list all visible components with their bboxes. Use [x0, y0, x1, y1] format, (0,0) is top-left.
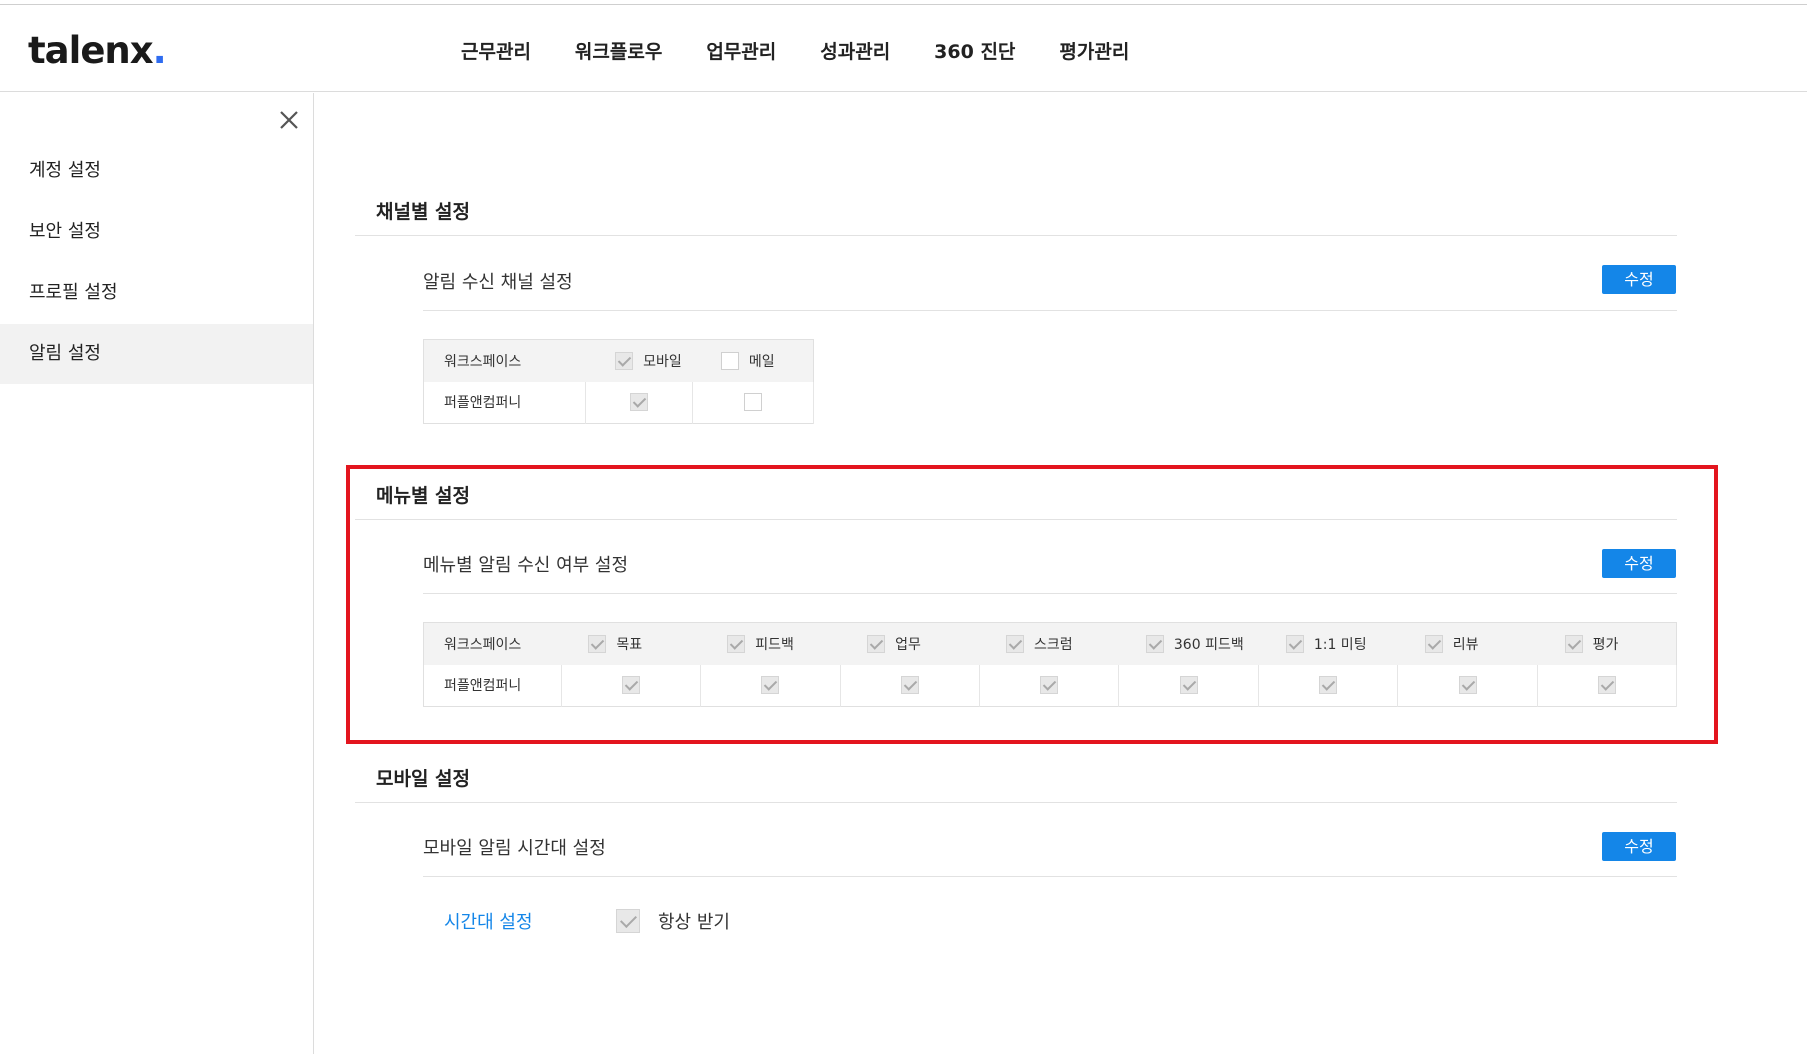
channel-subtitle: 알림 수신 채널 설정 — [423, 272, 573, 293]
feedback-checkbox[interactable] — [761, 676, 780, 695]
divider — [423, 876, 1677, 877]
1on1-all-checkbox[interactable] — [1285, 634, 1304, 653]
mobile-checkbox[interactable] — [629, 393, 648, 412]
table-cell — [700, 664, 841, 707]
column-header-evaluation: 평가 — [1537, 622, 1677, 665]
channel-table: 워크스페이스 모바일 메일 퍼플앤컴퍼니 — [423, 339, 814, 424]
table-cell — [979, 664, 1120, 707]
table-cell — [1258, 664, 1399, 707]
logo-dot: . — [152, 29, 167, 72]
divider — [355, 519, 1677, 520]
sidebar-item-account[interactable]: 계정 설정 — [0, 141, 313, 201]
1on1-checkbox[interactable] — [1319, 676, 1338, 695]
scrum-all-checkbox[interactable] — [1006, 634, 1025, 653]
workspace-header: 워크스페이스 — [423, 339, 586, 382]
channel-edit-button[interactable]: 수정 — [1602, 265, 1676, 294]
column-label: 피드백 — [755, 636, 794, 653]
column-label: 1:1 미팅 — [1313, 636, 1367, 653]
top-header: talenx. 근무관리 워크플로우 업무관리 성과관리 360 진단 평가관리 — [0, 5, 1807, 92]
channel-table-header: 워크스페이스 모바일 메일 — [423, 339, 814, 382]
mobile-section-title: 모바일 설정 — [376, 768, 471, 790]
360-feedback-checkbox[interactable] — [1179, 676, 1198, 695]
close-icon[interactable] — [276, 107, 302, 133]
always-receive-checkbox[interactable] — [616, 909, 640, 933]
review-all-checkbox[interactable] — [1424, 634, 1443, 653]
scrum-checkbox[interactable] — [1039, 676, 1058, 695]
logo-text: talenx — [28, 29, 154, 72]
goal-checkbox[interactable] — [621, 676, 640, 695]
column-label: 스크럼 — [1034, 636, 1073, 653]
column-header-feedback: 피드백 — [700, 622, 841, 665]
column-label: 360 피드백 — [1173, 636, 1244, 653]
column-label: 업무 — [895, 636, 921, 653]
column-label: 모바일 — [643, 353, 682, 370]
menu-table-header: 워크스페이스 목표 피드백 업무 스크럼 360 피드백 1:1 미팅 리뷰 평… — [423, 622, 1677, 665]
column-header-task: 업무 — [840, 622, 980, 665]
divider — [423, 310, 1677, 311]
column-header-mobile: 모바일 — [585, 339, 693, 382]
column-label: 리뷰 — [1452, 636, 1479, 653]
menu-edit-button[interactable]: 수정 — [1602, 549, 1676, 578]
nav-item-workflow[interactable]: 워크플로우 — [575, 37, 662, 64]
time-range-link[interactable]: 시간대 설정 — [444, 908, 533, 934]
table-cell — [585, 381, 694, 424]
task-checkbox[interactable] — [900, 676, 919, 695]
channel-section-title: 채널별 설정 — [376, 201, 471, 223]
column-header-mail: 메일 — [692, 339, 814, 382]
nav-item-evaluation[interactable]: 평가관리 — [1059, 37, 1129, 64]
column-header-review: 리뷰 — [1397, 622, 1538, 665]
always-receive-label: 항상 받기 — [658, 912, 730, 933]
column-header-360-feedback: 360 피드백 — [1118, 622, 1259, 665]
nav-item-tasks[interactable]: 업무관리 — [706, 37, 776, 64]
column-label: 목표 — [616, 636, 643, 653]
table-cell — [1537, 664, 1677, 707]
main-content: 채널별 설정 알림 수신 채널 설정 수정 워크스페이스 모바일 메일 퍼플앤컴… — [315, 93, 1807, 1054]
mobile-edit-button[interactable]: 수정 — [1602, 832, 1676, 861]
divider — [355, 802, 1677, 803]
mail-all-checkbox[interactable] — [720, 351, 739, 370]
360-feedback-all-checkbox[interactable] — [1145, 634, 1164, 653]
table-row: 퍼플앤컴퍼니 — [423, 664, 1677, 707]
menu-section-title: 메뉴별 설정 — [376, 485, 471, 507]
mail-checkbox[interactable] — [744, 393, 763, 412]
review-checkbox[interactable] — [1458, 676, 1477, 695]
column-label: 메일 — [748, 353, 775, 370]
nav-item-360[interactable]: 360 진단 — [934, 37, 1015, 64]
task-all-checkbox[interactable] — [867, 634, 886, 653]
table-cell — [840, 664, 980, 707]
table-cell — [1397, 664, 1539, 707]
feedback-all-checkbox[interactable] — [727, 634, 746, 653]
column-label: 평가 — [1592, 636, 1619, 653]
column-header-goal: 목표 — [561, 622, 701, 665]
column-header-scrum: 스크럼 — [979, 622, 1119, 665]
workspace-name: 퍼플앤컴퍼니 — [423, 664, 562, 707]
menu-subtitle: 메뉴별 알림 수신 여부 설정 — [423, 555, 629, 576]
mobile-subtitle: 모바일 알림 시간대 설정 — [423, 838, 606, 859]
workspace-name: 퍼플앤컴퍼니 — [423, 381, 586, 424]
settings-sidebar: 계정 설정 보안 설정 프로필 설정 알림 설정 — [0, 93, 314, 1054]
table-row: 퍼플앤컴퍼니 — [423, 381, 814, 424]
menu-table: 워크스페이스 목표 피드백 업무 스크럼 360 피드백 1:1 미팅 리뷰 평… — [423, 622, 1677, 707]
main-nav: 근무관리 워크플로우 업무관리 성과관리 360 진단 평가관리 — [461, 37, 1173, 64]
column-header-1on1: 1:1 미팅 — [1258, 622, 1398, 665]
nav-item-performance[interactable]: 성과관리 — [820, 37, 890, 64]
sidebar-item-notifications[interactable]: 알림 설정 — [0, 324, 313, 384]
talenx-logo[interactable]: talenx. — [28, 29, 167, 72]
nav-item-attendance[interactable]: 근무관리 — [461, 37, 531, 64]
sidebar-item-profile[interactable]: 프로필 설정 — [0, 263, 313, 323]
evaluation-checkbox[interactable] — [1598, 676, 1617, 695]
table-cell — [1118, 664, 1260, 707]
divider — [423, 593, 1677, 594]
workspace-header: 워크스페이스 — [423, 622, 562, 665]
evaluation-all-checkbox[interactable] — [1564, 634, 1583, 653]
table-cell — [561, 664, 701, 707]
sidebar-item-security[interactable]: 보안 설정 — [0, 202, 313, 262]
divider — [355, 235, 1677, 236]
goal-all-checkbox[interactable] — [588, 634, 607, 653]
mobile-all-checkbox[interactable] — [615, 351, 634, 370]
table-cell — [692, 381, 814, 424]
